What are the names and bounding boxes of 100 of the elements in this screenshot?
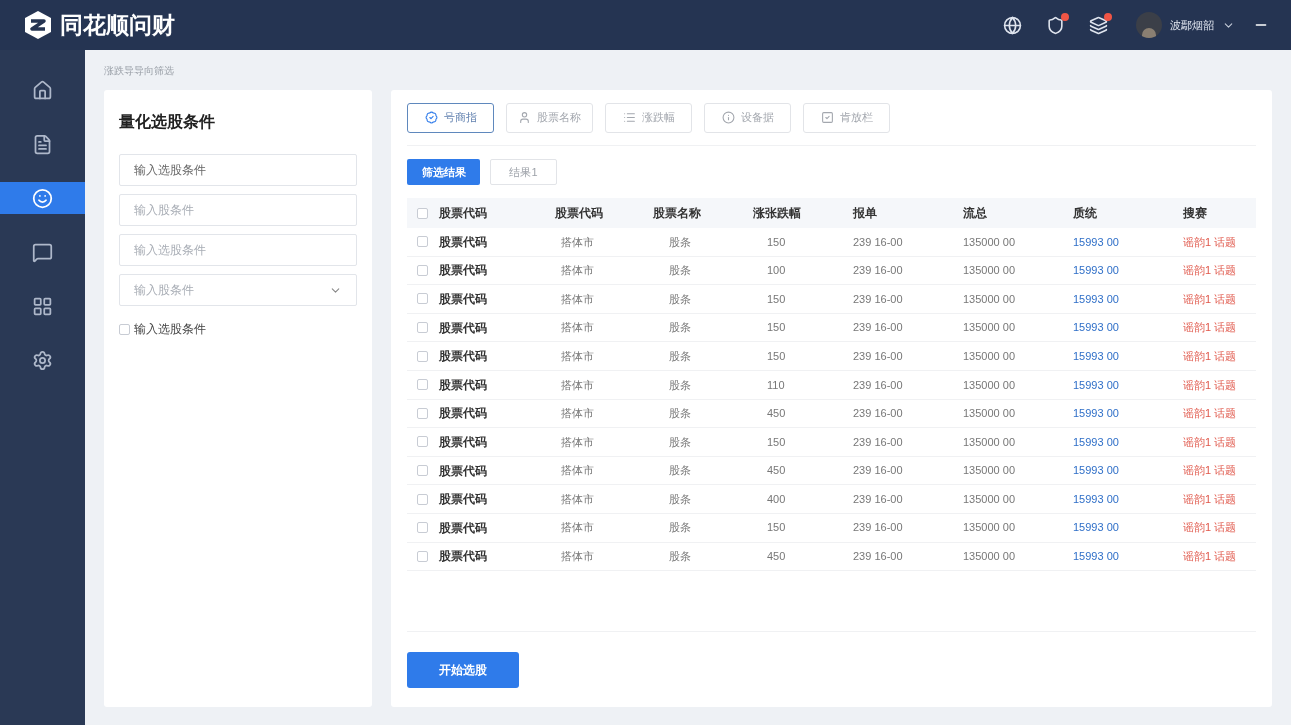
table-cell-text: 15993 00 (1072, 463, 1120, 479)
logo-icon (22, 9, 54, 41)
list-icon (622, 111, 636, 124)
table-cell-text: 股票代码 (439, 348, 488, 366)
table-cell-text: 谣韵1 话题 (1182, 406, 1238, 422)
table-cell-text: 239 16-00 (852, 234, 904, 250)
table-cell-text: 135000 00 (962, 263, 1016, 279)
checkbox[interactable] (417, 379, 428, 391)
table-cell-text: 135000 00 (962, 377, 1016, 393)
table-cell-text: 谣韵1 话题 (1182, 348, 1238, 364)
table-cell-text: 股票代码 (439, 519, 488, 537)
table-cell-text: 135000 00 (962, 491, 1016, 507)
table-cell-text: 搭体市 (560, 491, 595, 507)
table-cell-text: 15993 00 (1072, 377, 1120, 393)
table-cell-text: 搭体市 (560, 463, 595, 479)
table-cell-text: 股条 (668, 549, 692, 565)
checkbox[interactable] (417, 207, 428, 219)
table-cell-text: 15993 00 (1072, 291, 1120, 307)
table-cell-text: 150 (766, 520, 787, 536)
table-cell-text: 谣韵1 话题 (1182, 377, 1238, 393)
table-cell-text: 150 (766, 320, 787, 336)
column-header: 搜赛 (1182, 205, 1208, 222)
globe-icon[interactable] (1003, 15, 1022, 35)
checkbox[interactable] (119, 323, 130, 335)
table-cell-text: 谣韵1 话题 (1182, 491, 1238, 507)
table-cell-text: 150 (766, 291, 787, 307)
table-cell-text: 239 16-00 (852, 406, 904, 422)
breadcrumb[interactable]: 涨跌导导向筛选 (104, 50, 1272, 90)
checkbox[interactable] (417, 322, 428, 334)
table-cell-text: 谣韵1 话题 (1182, 291, 1238, 307)
table-cell-text: 239 16-00 (852, 520, 904, 536)
table-cell-text: 135000 00 (962, 234, 1016, 250)
table-cell-text: 搭体市 (560, 434, 595, 450)
sidebar-item[interactable] (0, 182, 85, 214)
column-header: 涨张跌幅 (752, 205, 802, 222)
table-cell-text: 135000 00 (962, 291, 1016, 307)
table-cell-text: 15993 00 (1072, 434, 1120, 450)
start-button[interactable]: 开始选股 (407, 651, 519, 688)
table-cell-text: 搭体市 (560, 520, 595, 536)
table-cell-text: 股条 (668, 463, 692, 479)
table-cell-text: 股条 (668, 520, 692, 536)
table-cell-text: 谣韵1 话题 (1182, 549, 1238, 565)
table-cell-text: 股票代码 (439, 433, 488, 451)
table-cell-text: 股条 (668, 406, 692, 422)
input-field[interactable]: 输入股条件 (119, 194, 357, 226)
table-cell-text: 股票代码 (439, 548, 488, 566)
checkbox[interactable] (417, 293, 428, 305)
table-cell-text: 239 16-00 (852, 377, 904, 393)
table-cell-text: 谣韵1 话题 (1182, 263, 1238, 279)
user-name[interactable]: 波鄢烟韶 (1170, 16, 1214, 34)
table-cell-text: 15993 00 (1072, 520, 1120, 536)
table-cell-text: 15993 00 (1072, 406, 1120, 422)
tab[interactable]: 股票名称 (506, 102, 593, 133)
table-cell-text: 239 16-00 (852, 263, 904, 279)
checkbox[interactable] (417, 465, 428, 477)
result-tab[interactable]: 结果1 (490, 159, 557, 185)
table-cell-text: 股票代码 (439, 462, 488, 480)
checkbox[interactable] (417, 550, 428, 562)
checkbox[interactable] (417, 407, 428, 419)
table-cell-text: 135000 00 (962, 320, 1016, 336)
checkbox[interactable] (417, 436, 428, 448)
badge-icon (424, 111, 438, 124)
result-tab[interactable]: 筛选结果 (407, 159, 480, 185)
table-cell-text: 谣韵1 话题 (1182, 320, 1238, 336)
table-cell-text: 135000 00 (962, 434, 1016, 450)
select-field[interactable]: 输入股条件 (119, 274, 357, 306)
tab[interactable]: 设备据 (704, 102, 791, 133)
layers-icon[interactable] (1089, 15, 1108, 35)
checkbox[interactable] (417, 493, 428, 505)
checkbox[interactable] (417, 522, 428, 534)
table-cell-text: 搭体市 (560, 549, 595, 565)
table-cell-text: 搭体市 (560, 234, 595, 250)
table-cell-text: 股票代码 (439, 233, 488, 251)
table-cell-text: 15993 00 (1072, 549, 1120, 565)
tab[interactable]: 肯放栏 (803, 102, 890, 133)
table-cell-text: 谣韵1 话题 (1182, 234, 1238, 250)
table-cell-text: 135000 00 (962, 348, 1016, 364)
input-field[interactable]: 输入选股条件 (119, 234, 357, 266)
grid-icon (32, 295, 53, 317)
table-cell-text: 股票代码 (439, 262, 488, 280)
person-icon (518, 111, 531, 124)
table-cell-text: 239 16-00 (852, 434, 904, 450)
table-cell-text: 搭体市 (560, 291, 595, 307)
table-cell-text: 股条 (668, 348, 692, 364)
checkbox[interactable] (417, 350, 428, 362)
table-cell-text: 搭体市 (560, 263, 595, 279)
table-cell-text: 15993 00 (1072, 263, 1120, 279)
tab[interactable]: 涨跌幅 (605, 102, 692, 133)
table-cell-text: 239 16-00 (852, 291, 904, 307)
shield-icon[interactable] (1046, 15, 1065, 35)
table-cell-text: 股条 (668, 491, 692, 507)
table-cell-text: 239 16-00 (852, 549, 904, 565)
avatar[interactable] (1136, 12, 1162, 38)
checkbox[interactable] (417, 264, 428, 276)
table-cell-text: 股票代码 (439, 291, 488, 308)
input-field[interactable]: 输入选股条件 (119, 154, 357, 186)
column-header: 股票名称 (652, 205, 702, 222)
tab[interactable]: 号商指 (407, 102, 494, 133)
checkbox[interactable] (417, 236, 428, 248)
table-cell-text: 150 (766, 234, 787, 250)
